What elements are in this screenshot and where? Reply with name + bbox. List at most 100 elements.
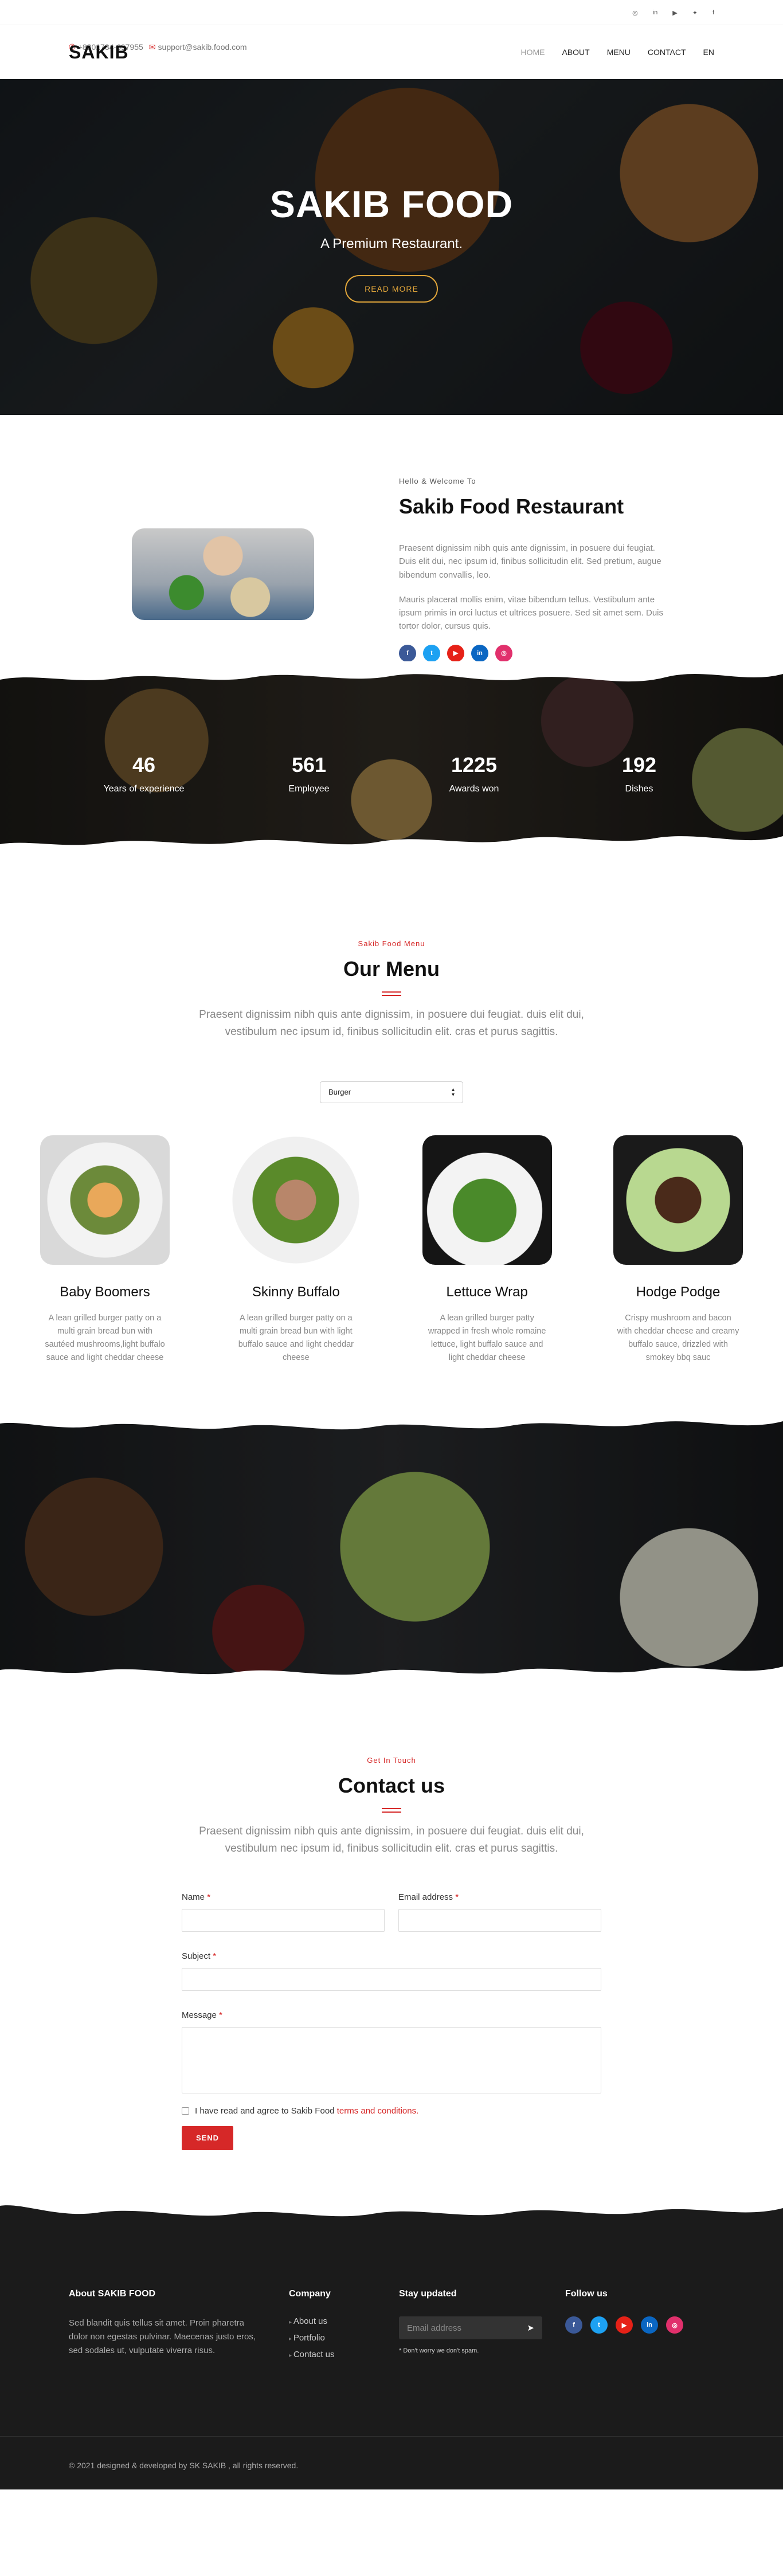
- footer-social-links: f t ▶ in ◎: [565, 2316, 683, 2334]
- nav-item-menu[interactable]: MENU: [607, 48, 631, 57]
- dish-title: Hodge Podge: [636, 1284, 721, 1300]
- name-label: Name *: [182, 1892, 211, 1902]
- instagram-icon[interactable]: ◎: [495, 644, 512, 662]
- logo[interactable]: SAKIB: [69, 42, 129, 63]
- footer-link-about[interactable]: About us: [289, 2316, 399, 2326]
- wave-divider: [0, 1406, 783, 1430]
- footer-link-portfolio[interactable]: Portfolio: [289, 2333, 399, 2343]
- nav-item-language[interactable]: EN: [703, 48, 714, 57]
- wave-divider: [0, 836, 783, 859]
- footer-company-title: Company: [289, 2289, 331, 2299]
- message-textarea[interactable]: [182, 2026, 601, 2093]
- main-nav: SAKIB HOME ABOUT MENU CONTACT EN: [0, 25, 783, 79]
- message-label: Message *: [182, 2010, 222, 2020]
- nav-item-about[interactable]: ABOUT: [562, 48, 589, 57]
- menu-kicker: Sakib Food Menu: [358, 939, 425, 948]
- menu-card[interactable]: Hodge Podge Crispy mushroom and bacon wi…: [613, 1135, 743, 1365]
- footer-divider: [0, 2436, 783, 2437]
- newsletter-email-input[interactable]: Email address ➤: [399, 2316, 542, 2339]
- menu-intro: Praesent dignissim nibh quis ante dignis…: [199, 1009, 584, 1038]
- stat-number: 1225: [451, 753, 498, 777]
- stat-label: Employee: [288, 784, 330, 794]
- nav-item-contact[interactable]: CONTACT: [648, 48, 686, 57]
- dish-description: A lean grilled burger patty on a multi g…: [45, 1313, 165, 1363]
- wave-divider: [0, 661, 783, 682]
- email-input[interactable]: [398, 1908, 601, 1932]
- about-social-links: f t ▶ in ◎: [399, 644, 673, 662]
- footer-company-links: About us Portfolio Contact us: [289, 2316, 399, 2359]
- linkedin-icon[interactable]: in: [641, 2316, 658, 2334]
- stats-row: 46 Years of experience 561 Employee 1225 Aw…: [0, 753, 783, 794]
- dish-image: [40, 1135, 170, 1265]
- footer-updates-title: Stay updated: [399, 2289, 457, 2299]
- menu-card[interactable]: Skinny Buffalo A lean grilled burger pat…: [231, 1135, 361, 1365]
- select-value: Burger: [328, 1088, 351, 1097]
- chevron-updown-icon: ▴ ▾: [451, 1086, 455, 1098]
- contact-kicker: Get In Touch: [367, 1756, 416, 1765]
- menu-title: Our Menu: [343, 957, 440, 981]
- menu-card[interactable]: Baby Boomers A lean grilled burger patty…: [40, 1135, 170, 1365]
- facebook-icon[interactable]: f: [565, 2316, 582, 2334]
- stats-band: 46 Years of experience 561 Employee 1225 Aw…: [0, 661, 783, 859]
- stat-item: 1225 Awards won: [391, 753, 557, 794]
- dish-title: Lettuce Wrap: [446, 1284, 528, 1300]
- contact-title: Contact us: [338, 1774, 445, 1797]
- footer: About SAKIB FOOD Sed blandit quis tellus…: [0, 2191, 783, 2489]
- dish-image: [613, 1135, 743, 1265]
- name-input[interactable]: [182, 1908, 385, 1932]
- twitter-icon[interactable]: ✦: [692, 9, 698, 17]
- youtube-icon[interactable]: ▶: [447, 644, 464, 662]
- menu-cards: Baby Boomers A lean grilled burger patty…: [40, 1135, 743, 1365]
- footer-link-contact[interactable]: Contact us: [289, 2350, 399, 2359]
- wave-divider: [0, 2191, 783, 2217]
- twitter-icon[interactable]: t: [423, 644, 440, 662]
- dish-description: A lean grilled burger patty on a multi g…: [238, 1313, 354, 1363]
- footer-follow-title: Follow us: [565, 2289, 608, 2299]
- menu-category-select[interactable]: Burger ▴ ▾: [320, 1081, 463, 1103]
- youtube-icon[interactable]: ▶: [672, 9, 677, 17]
- email-label: Email address *: [398, 1892, 459, 1902]
- linkedin-icon[interactable]: in: [471, 644, 488, 662]
- stat-item: 46 Years of experience: [61, 753, 226, 794]
- hero-subtitle: A Premium Restaurant.: [320, 236, 463, 252]
- dish-image: [422, 1135, 552, 1265]
- dish-description: Crispy mushroom and bacon with cheddar c…: [617, 1313, 739, 1363]
- facebook-icon[interactable]: f: [712, 9, 714, 16]
- title-underline: [382, 1808, 401, 1813]
- subject-label: Subject *: [182, 1951, 217, 1961]
- read-more-button[interactable]: READ MORE: [345, 275, 438, 303]
- stat-label: Awards won: [449, 784, 499, 794]
- instagram-icon[interactable]: ◎: [632, 9, 638, 17]
- copyright: © 2021 designed & developed by SK SAKIB …: [69, 2461, 299, 2470]
- terms-link[interactable]: terms and conditions.: [337, 2106, 419, 2116]
- hero-title: SAKIB FOOD: [269, 183, 514, 225]
- youtube-icon[interactable]: ▶: [616, 2316, 633, 2334]
- footer-about-text: Sed blandit quis tellus sit amet. Proin …: [69, 2318, 256, 2355]
- stat-number: 561: [291, 753, 327, 777]
- send-icon[interactable]: ➤: [527, 2323, 534, 2333]
- instagram-icon[interactable]: ◎: [666, 2316, 683, 2334]
- nav-menu: HOME ABOUT MENU CONTACT EN: [520, 48, 714, 57]
- facebook-icon[interactable]: f: [399, 644, 416, 662]
- terms-checkbox[interactable]: [182, 2107, 189, 2115]
- stat-label: Dishes: [625, 784, 653, 794]
- twitter-icon[interactable]: t: [590, 2316, 608, 2334]
- contact-section: Get In Touch Contact us Praesent digniss…: [0, 1687, 783, 2191]
- contact-form: Name * Email address * Subject * Message…: [182, 1892, 601, 2150]
- dish-title: Baby Boomers: [60, 1284, 150, 1300]
- linkedin-icon[interactable]: in: [653, 9, 658, 16]
- about-title: Sakib Food Restaurant: [399, 495, 624, 518]
- nav-item-home[interactable]: HOME: [520, 48, 545, 57]
- send-button[interactable]: SEND: [182, 2126, 233, 2150]
- stat-number: 46: [132, 753, 156, 777]
- terms-text: I have read and agree to Sakib Food term…: [195, 2106, 419, 2116]
- stat-number: 192: [621, 753, 657, 777]
- wave-divider: [0, 1667, 783, 1687]
- contact-intro: Praesent dignissim nibh quis ante dignis…: [199, 1825, 584, 1855]
- stat-item: 561 Employee: [226, 753, 391, 794]
- dish-title: Skinny Buffalo: [252, 1284, 340, 1300]
- menu-card[interactable]: Lettuce Wrap A lean grilled burger patty…: [422, 1135, 552, 1365]
- stat-label: Years of experience: [103, 784, 185, 794]
- food-image-band: [0, 1406, 783, 1687]
- subject-input[interactable]: [182, 1967, 601, 1991]
